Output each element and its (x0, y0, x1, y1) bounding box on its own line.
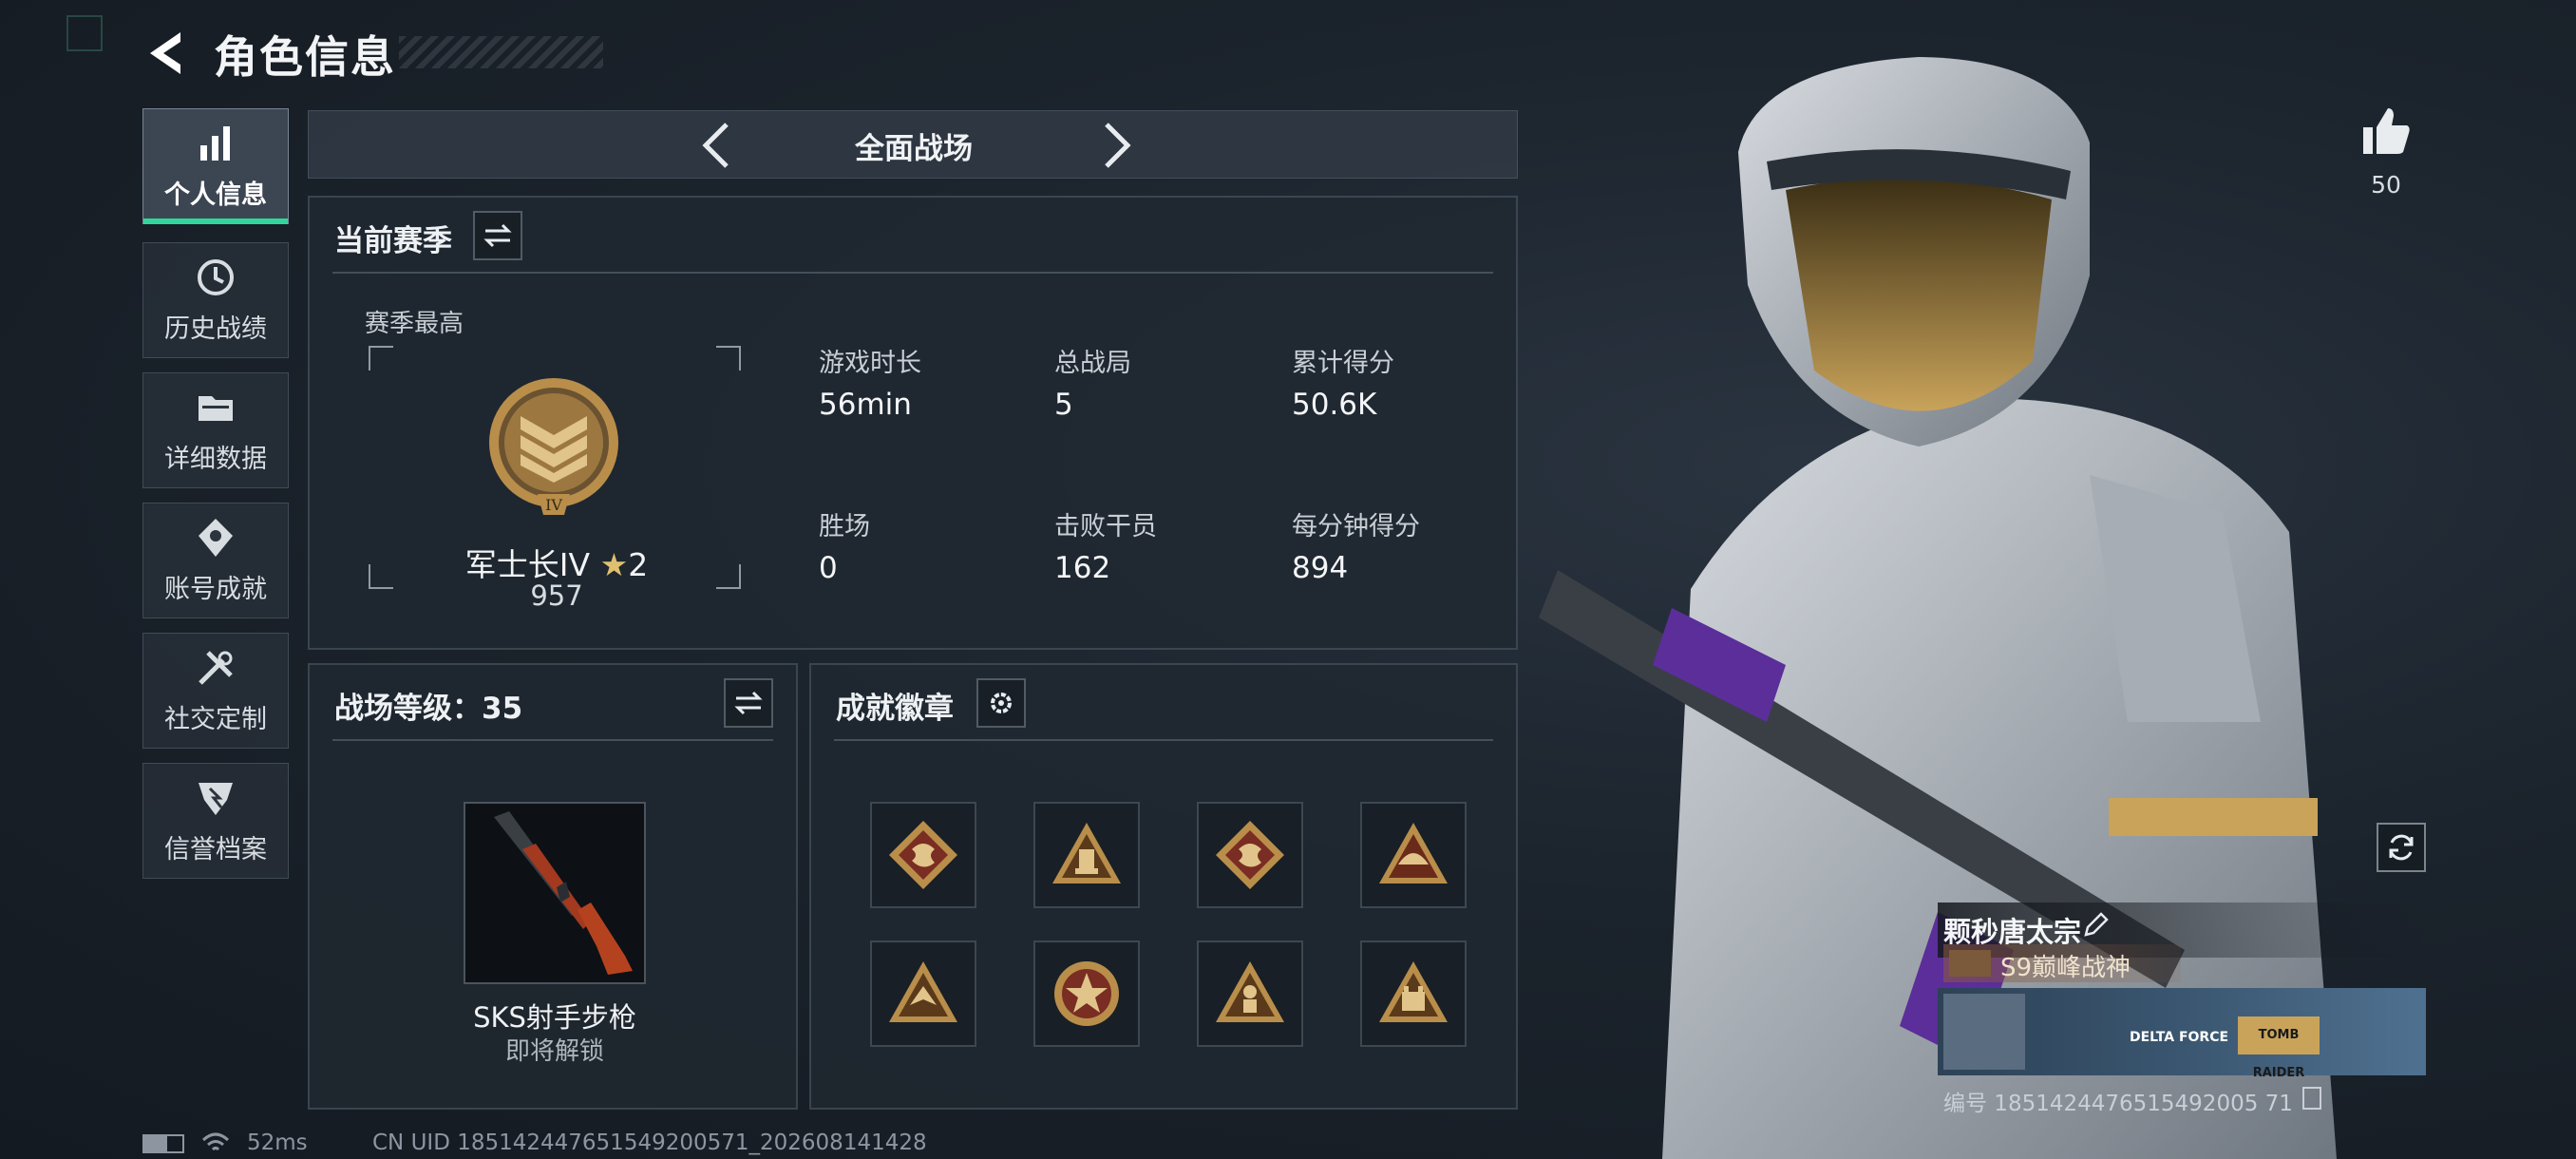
stat-value: 894 (1292, 551, 1349, 585)
star-icon: ★ (599, 546, 629, 583)
season-title: 当前赛季 (334, 224, 452, 258)
battle-level-title: 战场等级：35 (334, 692, 523, 726)
stat-label: 每分钟得分 (1292, 512, 1420, 542)
divider (834, 739, 1493, 741)
nav-item-profile[interactable]: 个人信息 (142, 108, 289, 224)
credit-icon (199, 782, 233, 815)
tools-icon (199, 650, 233, 685)
stat-value: 0 (819, 551, 838, 585)
title-emblem-icon (1949, 950, 1991, 977)
like-count: 50 (2371, 171, 2401, 199)
refresh-icon (2389, 834, 2414, 861)
stat-label: 总战局 (1054, 349, 1131, 378)
avatar (1943, 994, 2025, 1070)
divider (332, 272, 1493, 274)
tank-badge-icon[interactable] (1033, 802, 1140, 908)
stat-value: 56min (819, 388, 912, 422)
weapon-name: SKS射手步枪 (473, 1001, 636, 1034)
badges-panel: 成就徽章 (809, 663, 1518, 1110)
wifi-icon (201, 1132, 230, 1151)
profile-banner[interactable]: DELTA FORCE TOMB RAIDER (1938, 988, 2426, 1080)
nav-item-achievements[interactable]: 账号成就 (142, 503, 289, 618)
nav-label: 历史战绩 (164, 314, 267, 344)
dragon-badge-icon[interactable] (1197, 802, 1303, 908)
nav-item-social[interactable]: 社交定制 (142, 633, 289, 749)
stat-label: 击败干员 (1054, 512, 1157, 542)
mode-label: 全面战场 (855, 132, 973, 166)
rank-name-row: 军士长IV ★2 (386, 540, 728, 585)
title-badge-text: S9巅峰战神 (2000, 954, 2131, 982)
divider (332, 739, 773, 741)
achievement-icon (199, 518, 233, 557)
nav-label: 详细数据 (164, 444, 267, 474)
rank-name: 军士长IV (464, 546, 591, 583)
season-panel: 当前赛季 赛季最高 IV 军士长IV ★2 957 游戏时长 56min 总战局… (308, 196, 1518, 650)
rank-emblem-icon: IV (489, 378, 618, 515)
edit-pencil-icon[interactable] (2082, 910, 2111, 939)
switch-season-button[interactable] (473, 211, 522, 260)
battle-level-panel: 战场等级：35 SKS射手步枪 即将解锁 (308, 663, 798, 1110)
nav-item-details[interactable]: 详细数据 (142, 372, 289, 488)
swap-icon (734, 691, 763, 715)
rank-stars: 2 (628, 546, 649, 583)
star-medal-icon[interactable] (1033, 940, 1140, 1047)
corner-decoration (66, 15, 103, 51)
page-title: 角色信息 (214, 31, 396, 83)
folder-icon (199, 395, 233, 421)
title-badge: S9巅峰战神 (1943, 944, 2181, 982)
battery-icon (142, 1134, 184, 1153)
ping-value: 52ms (247, 1130, 308, 1155)
copy-icon[interactable] (2302, 1087, 2321, 1110)
history-icon (198, 258, 234, 295)
rotate-character-button[interactable] (2377, 823, 2426, 872)
thumbs-up-icon[interactable] (2359, 104, 2413, 158)
stat-value: 162 (1054, 551, 1111, 585)
operator-character-image (1539, 57, 2337, 1159)
eagle-badge-icon[interactable] (870, 940, 976, 1047)
delta-force-logo: DELTA FORCE (2130, 1030, 2229, 1045)
stat-value: 5 (1054, 388, 1073, 422)
nav-label: 个人信息 (164, 180, 267, 210)
rank-points: 957 (530, 580, 583, 612)
nav-label: 账号成就 (164, 574, 267, 604)
badge-settings-button[interactable] (976, 678, 1026, 728)
rifle-icon (494, 811, 633, 975)
switch-level-button[interactable] (724, 678, 773, 728)
stat-label: 胜场 (819, 512, 870, 542)
stat-label: 累计得分 (1292, 349, 1394, 378)
nav-item-history[interactable]: 历史战绩 (142, 242, 289, 358)
bar-chart-icon (200, 125, 230, 161)
uid-text: CN UID 185142447651549200571_20260814142… (372, 1130, 927, 1155)
player-id: 编号 1851424476515492005 71 (1943, 1092, 2293, 1116)
fortress-badge-icon[interactable] (1360, 940, 1467, 1047)
soldier-badge-icon[interactable] (1197, 940, 1303, 1047)
nav-item-credit[interactable]: 信誉档案 (142, 763, 289, 879)
swap-icon (483, 223, 512, 248)
tomb-raider-logo: TOMB RAIDER (2238, 1016, 2320, 1080)
mode-selector: 全面战场 (308, 110, 1518, 179)
back-arrow-icon[interactable] (142, 28, 188, 78)
chevron-right-icon[interactable] (1097, 121, 1135, 170)
nav-label: 社交定制 (164, 704, 267, 734)
badges-title: 成就徽章 (836, 692, 954, 726)
helmet-badge-icon[interactable] (1360, 802, 1467, 908)
gear-icon (991, 693, 1012, 713)
rank-numeral: IV (545, 496, 562, 514)
weapon-image[interactable] (464, 802, 646, 984)
weapon-status: 即将解锁 (504, 1037, 604, 1066)
dragon-badge-icon[interactable] (870, 802, 976, 908)
title-decoration (399, 36, 603, 68)
season-best-label: 赛季最高 (365, 310, 464, 338)
stat-value: 50.6K (1292, 388, 1377, 422)
nav-label: 信誉档案 (164, 834, 267, 864)
stat-label: 游戏时长 (819, 349, 921, 378)
